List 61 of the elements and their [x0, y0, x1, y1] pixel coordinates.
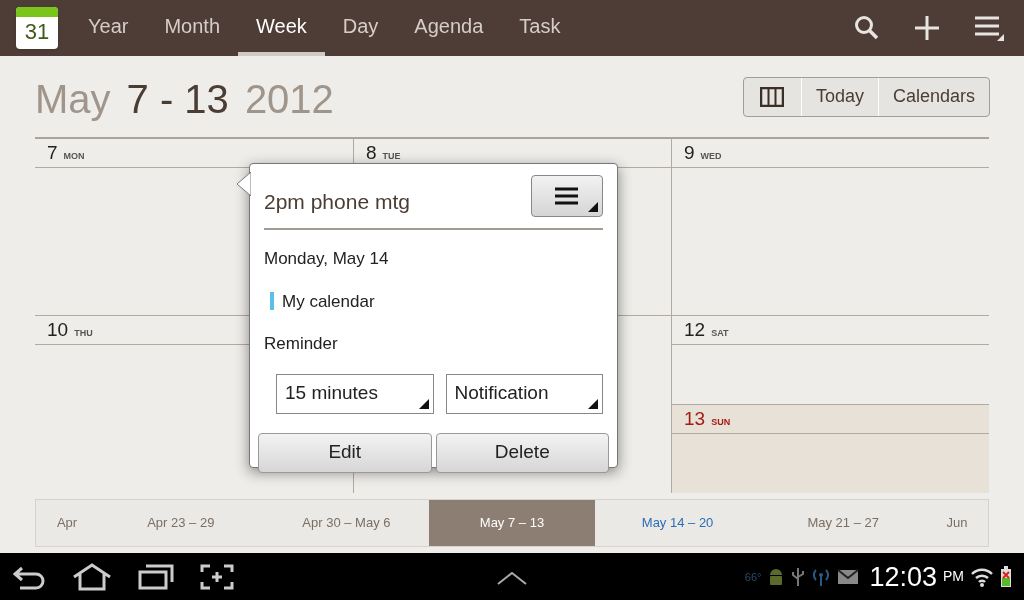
recent-apps-icon[interactable] [138, 564, 174, 590]
add-icon[interactable] [914, 15, 940, 41]
weekday-label: MON [63, 150, 85, 163]
week-strip-item[interactable]: Apr [36, 500, 98, 546]
usb-icon [791, 567, 806, 587]
day-number: 9 [684, 143, 695, 162]
clock-ampm: PM [943, 567, 964, 587]
dropdown-corner-icon [418, 398, 429, 409]
view-tab[interactable]: Day [324, 0, 397, 56]
week-strip-item[interactable]: Apr 30 – May 6 [263, 500, 430, 546]
weekday-label: SAT [711, 327, 729, 340]
reminder-dropdown[interactable]: 15 minutes [276, 373, 434, 414]
reminder-dropdown[interactable]: Notification [445, 373, 603, 414]
columns-icon [760, 86, 785, 107]
view-tab[interactable]: Week [238, 0, 325, 56]
event-date: Monday, May 14 [264, 248, 390, 270]
event-title: 2pm phone mtg [264, 189, 410, 216]
week-strip-item[interactable]: May 21 – 27 [760, 500, 926, 546]
header-button[interactable]: Calendars [878, 77, 989, 116]
calendar-app-icon[interactable]: 31 [16, 7, 58, 49]
menu-icon [554, 186, 580, 206]
weekday-label: THU [74, 327, 93, 340]
day-number: 7 [47, 143, 58, 162]
date-range-title: 2012 [244, 75, 334, 123]
back-icon[interactable] [12, 564, 46, 590]
week-strip-item[interactable]: May 7 – 13 [429, 500, 595, 546]
weekday-label: WED [700, 150, 722, 163]
day-number: 8 [366, 143, 377, 162]
view-tab[interactable]: Year [70, 0, 147, 56]
screenshot-icon[interactable] [200, 564, 234, 590]
event-menu-button[interactable] [531, 175, 603, 217]
view-tab[interactable]: Agenda [396, 0, 502, 56]
week-strip-item[interactable]: May 14 – 20 [594, 500, 761, 546]
dropdown-corner-icon [588, 202, 598, 212]
temperature: 66° [744, 569, 762, 585]
date-range-title: May [35, 75, 111, 123]
mail-icon [837, 569, 860, 585]
weekday-label: TUE [382, 150, 401, 163]
dropdown-corner-icon [588, 398, 598, 409]
week-strip-item[interactable]: Jun [925, 500, 988, 546]
day-number: 12 [684, 320, 706, 339]
clock-time: 12:03 [869, 560, 937, 594]
header-button[interactable]: Today [801, 77, 879, 116]
menu-icon[interactable] [974, 15, 1004, 41]
view-tab[interactable]: Task [501, 0, 579, 56]
caret-up-icon[interactable] [497, 571, 527, 585]
date-range-title: 7 - 13 [126, 75, 229, 123]
search-icon[interactable] [854, 15, 880, 41]
day-number: 10 [47, 320, 69, 339]
day-number: 13 [684, 409, 706, 428]
view-tab[interactable]: Month [146, 0, 238, 56]
weekday-label: SUN [711, 416, 731, 429]
reminder-label: Reminder [264, 333, 339, 355]
wifi-icon [970, 566, 994, 588]
popup-button[interactable]: Edit [258, 432, 432, 473]
signal-icon [811, 567, 832, 587]
week-strip-item[interactable]: Apr 23 – 29 [98, 500, 264, 546]
calendar-name: My calendar [282, 290, 375, 313]
battery-icon [1000, 566, 1012, 588]
home-icon[interactable] [72, 563, 112, 591]
popup-button[interactable]: Delete [435, 432, 609, 473]
